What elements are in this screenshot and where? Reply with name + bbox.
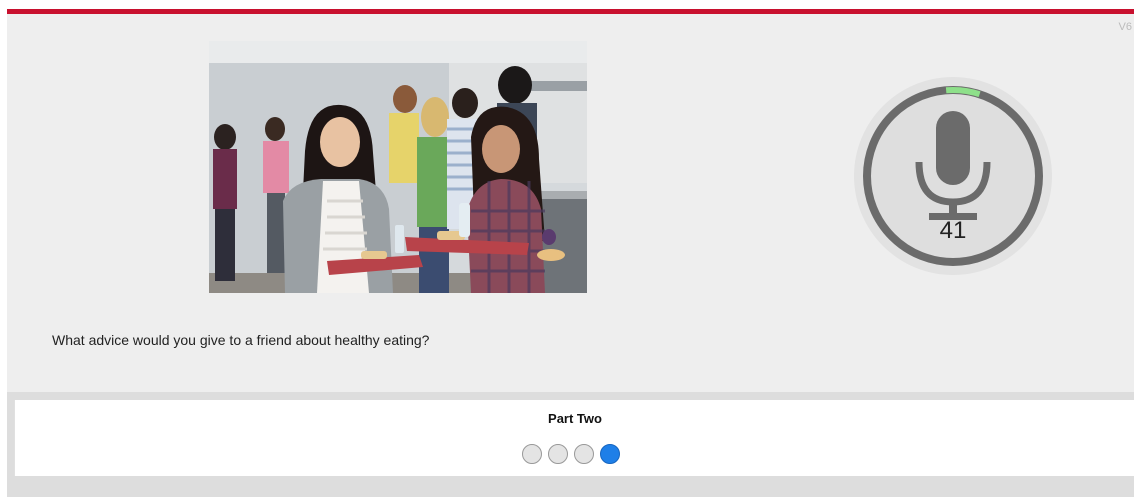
step-dot-2 xyxy=(548,444,568,464)
step-dot-1 xyxy=(522,444,542,464)
step-dot-3 xyxy=(574,444,594,464)
question-text: What advice would you give to a friend a… xyxy=(52,332,430,348)
countdown-timer: 41 xyxy=(939,217,967,244)
step-indicator xyxy=(522,444,620,464)
progress-footer: Part Two xyxy=(14,400,1134,476)
version-label: V6 xyxy=(1118,21,1132,33)
question-panel: V6 What advice would you give to a frien… xyxy=(7,14,1134,392)
step-dot-4 xyxy=(600,444,620,464)
part-title: Part Two xyxy=(548,411,602,426)
voice-recorder[interactable]: 41 xyxy=(853,76,1053,276)
cafeteria-photo xyxy=(209,41,587,293)
